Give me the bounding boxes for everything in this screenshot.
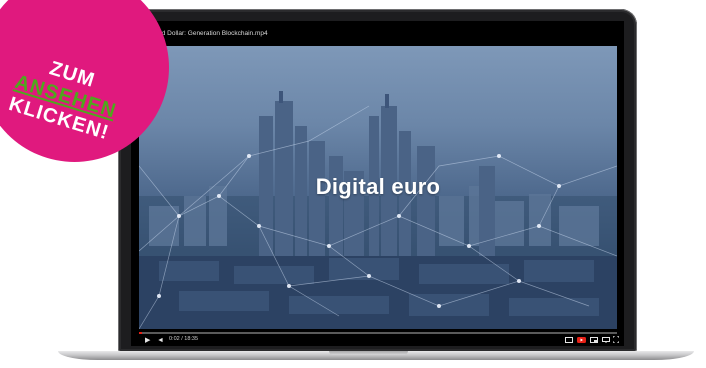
video-overlay-title: Digital euro [315, 174, 441, 199]
progress-bar[interactable] [139, 332, 617, 334]
badge-text-group: ZUM ANSEHEN KLICKEN! [0, 0, 169, 162]
youtube-icon[interactable] [577, 337, 586, 345]
player-controls: ▶ ◄ 0:02 / 18:35 [139, 335, 620, 346]
miniplayer-icon[interactable] [602, 337, 610, 345]
video-player[interactable]: Digital euro [139, 46, 617, 329]
fullscreen-icon[interactable] [612, 335, 620, 345]
play-icon[interactable]: ▶ [145, 337, 150, 344]
watch-badge[interactable]: ZUM ANSEHEN KLICKEN! [0, 0, 169, 162]
subtitles-icon[interactable] [565, 337, 573, 345]
settings-icon[interactable] [590, 337, 598, 345]
laptop-screen: Euro and Dollar: Generation Blockchain.m… [131, 21, 624, 346]
progress-fill [139, 332, 143, 334]
laptop-notch [329, 351, 408, 355]
volume-icon[interactable]: ◄ [157, 337, 164, 344]
time-readout: 0:02 / 18:35 [169, 336, 199, 342]
